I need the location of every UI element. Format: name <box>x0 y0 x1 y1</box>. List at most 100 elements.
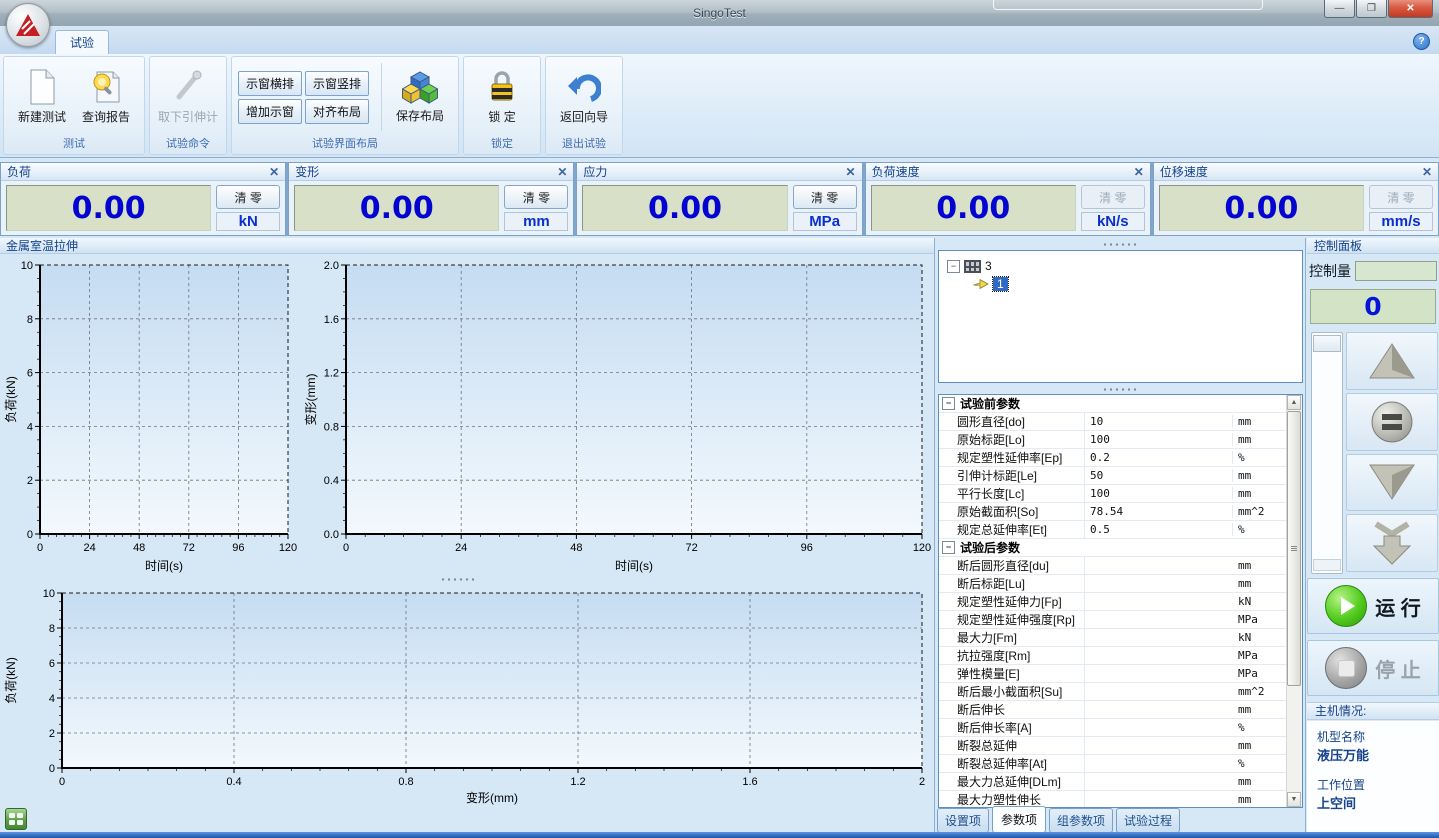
slider-thumb[interactable] <box>1313 335 1341 352</box>
table-row[interactable]: 圆形直径[do]10mm <box>939 413 1287 431</box>
table-row[interactable]: 弹性模量[E]MPa <box>939 665 1287 683</box>
table-row[interactable]: 断后标距[Lu]mm <box>939 575 1287 593</box>
param-name: 引伸计标距[Le] <box>939 467 1085 484</box>
close-icon[interactable]: ✕ <box>269 166 279 178</box>
machine-type-value: 液压万能 <box>1317 745 1429 764</box>
pause-circle-icon <box>1369 399 1415 445</box>
tree-splitter[interactable] <box>1102 242 1138 247</box>
zero-button[interactable]: 清 零 <box>504 185 568 209</box>
param-value[interactable]: 100 <box>1085 487 1233 500</box>
close-icon[interactable]: ✕ <box>846 166 856 178</box>
table-row[interactable]: 原始标距[Lo]100mm <box>939 431 1287 449</box>
table-row[interactable]: 引伸计标距[Le]50mm <box>939 467 1287 485</box>
scroll-up-icon[interactable]: ▲ <box>1287 395 1301 410</box>
jog-down-button[interactable] <box>1346 454 1438 512</box>
zero-button[interactable]: 清 零 <box>793 185 857 209</box>
param-unit: mm^2 <box>1233 685 1287 698</box>
ribbon-group-label-exit: 退出试验 <box>546 137 622 154</box>
svg-text:48: 48 <box>570 542 582 554</box>
minimize-button[interactable]: — <box>1324 0 1355 18</box>
stop-button: 停 止 <box>1307 640 1439 696</box>
table-row[interactable]: 断裂总延伸mm <box>939 737 1287 755</box>
ribbon-group-label-command: 试验命令 <box>150 137 226 154</box>
layout-grid-button[interactable] <box>5 808 27 830</box>
table-row[interactable]: 最大力总延伸[DLm]mm <box>939 773 1287 791</box>
svg-text:0.4: 0.4 <box>226 776 241 788</box>
table-row[interactable]: 最大力塑性伸长mm <box>939 791 1287 808</box>
new-test-button[interactable]: 新建测试 <box>10 59 74 135</box>
scrollbar-thumb[interactable] <box>1287 411 1301 686</box>
collapse-icon[interactable]: − <box>942 397 955 410</box>
machine-type-label: 机型名称 <box>1317 728 1429 745</box>
param-unit: % <box>1233 721 1287 734</box>
scroll-down-icon[interactable]: ▼ <box>1287 792 1301 807</box>
horizontal-splitter[interactable] <box>440 577 476 582</box>
table-row[interactable]: 抗拉强度[Rm]MPa <box>939 647 1287 665</box>
param-value[interactable]: 100 <box>1085 433 1233 446</box>
table-row[interactable]: 断后圆形直径[du]mm <box>939 557 1287 575</box>
tab-group-parameter-items[interactable]: 组参数项 <box>1049 808 1113 833</box>
table-row[interactable]: 断后伸长mm <box>939 701 1287 719</box>
tree-root-node[interactable]: − 3 <box>947 257 1294 275</box>
tab-test[interactable]: 试验 <box>55 30 109 55</box>
run-button[interactable]: 运 行 <box>1307 578 1439 634</box>
align-layout-button[interactable]: 对齐布局 <box>305 99 369 124</box>
jog-stop-button[interactable] <box>1346 393 1438 451</box>
tab-parameter-items[interactable]: 参数项 <box>992 806 1046 833</box>
zero-button[interactable]: 清 零 <box>216 185 280 209</box>
param-value[interactable]: 0.5 <box>1085 523 1233 536</box>
svg-text:0.8: 0.8 <box>398 776 413 788</box>
table-row[interactable]: 断裂总延伸率[At]% <box>939 755 1287 773</box>
table-row[interactable]: 最大力[Fm]kN <box>939 629 1287 647</box>
ribbon-group-test: 新建测试 查询报告 测试 <box>3 56 145 155</box>
svg-text:2: 2 <box>49 728 55 740</box>
param-value[interactable]: 50 <box>1085 469 1233 482</box>
table-row[interactable]: 规定塑性延伸强度[Rp]MPa <box>939 611 1287 629</box>
restore-button[interactable]: ❐ <box>1356 0 1387 18</box>
param-value[interactable]: 0.2 <box>1085 451 1233 464</box>
tree-selected-node-label[interactable]: 1 <box>993 277 1008 291</box>
table-group-row[interactable]: −试验前参数 <box>939 395 1287 413</box>
meter-value-display: 0.00 <box>294 185 499 231</box>
table-row[interactable]: 断后最小截面积[Su]mm^2 <box>939 683 1287 701</box>
speed-slider[interactable] <box>1311 332 1343 574</box>
collapse-icon[interactable]: − <box>947 260 960 273</box>
table-row[interactable]: 原始截面积[So]78.54mm^2 <box>939 503 1287 521</box>
query-report-button[interactable]: 查询报告 <box>74 59 138 135</box>
jog-up-button[interactable] <box>1346 332 1438 390</box>
close-button[interactable]: ✕ <box>1388 0 1433 18</box>
svg-text:时间(s): 时间(s) <box>145 559 183 573</box>
param-table-body: −试验前参数圆形直径[do]10mm原始标距[Lo]100mm规定塑性延伸率[E… <box>939 395 1287 808</box>
windows-vertical-button[interactable]: 示窗竖排 <box>305 71 369 96</box>
svg-text:10: 10 <box>21 260 33 272</box>
help-icon[interactable]: ? <box>1413 33 1430 50</box>
param-unit: % <box>1233 523 1287 536</box>
param-name: 规定塑性延伸强度[Rp] <box>939 611 1085 628</box>
tab-test-process[interactable]: 试验过程 <box>1116 808 1180 833</box>
control-amount-input[interactable] <box>1355 261 1437 281</box>
save-layout-button[interactable]: 保存布局 <box>388 59 452 135</box>
table-row[interactable]: 平行长度[Lc]100mm <box>939 485 1287 503</box>
param-value[interactable]: 78.54 <box>1085 505 1233 518</box>
fast-down-button[interactable] <box>1346 514 1438 572</box>
table-row[interactable]: 规定总延伸率[Et]0.5% <box>939 521 1287 539</box>
add-window-button[interactable]: 增加示窗 <box>238 99 302 124</box>
table-scrollbar[interactable]: ▲ ▼ <box>1286 395 1302 807</box>
close-icon[interactable]: ✕ <box>557 166 567 178</box>
stop-icon <box>1325 647 1367 689</box>
app-menu-button[interactable] <box>6 3 50 47</box>
windows-horizontal-button[interactable]: 示窗横排 <box>238 71 302 96</box>
back-wizard-button[interactable]: 返回向导 <box>552 59 616 135</box>
close-icon[interactable]: ✕ <box>1134 166 1144 178</box>
collapse-icon[interactable]: − <box>942 541 955 554</box>
tab-settings-items[interactable]: 设置项 <box>937 808 989 833</box>
table-row[interactable]: 规定塑性延伸力[Fp]kN <box>939 593 1287 611</box>
table-row[interactable]: 断后伸长率[A]% <box>939 719 1287 737</box>
tree-child-node[interactable]: 1 <box>973 275 1294 293</box>
param-value[interactable]: 10 <box>1085 415 1233 428</box>
close-icon[interactable]: ✕ <box>1422 166 1432 178</box>
table-splitter[interactable] <box>1102 387 1138 392</box>
lock-button[interactable]: 锁 定 <box>470 59 534 135</box>
table-group-row[interactable]: −试验后参数 <box>939 539 1287 557</box>
table-row[interactable]: 规定塑性延伸率[Ep]0.2% <box>939 449 1287 467</box>
